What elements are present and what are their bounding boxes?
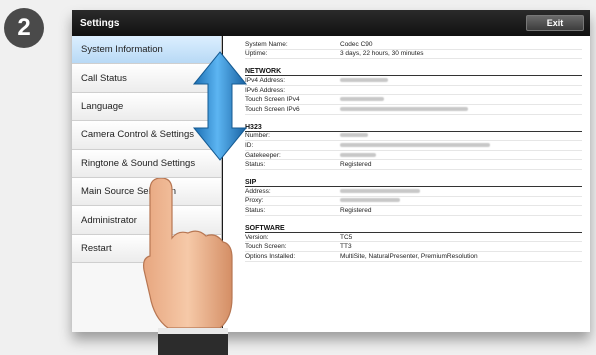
ipv4-label: IPv4 Address: [245,76,286,84]
ipv4-value-redacted [340,77,582,84]
info-row: Number: [245,132,582,142]
touch-screen-value: TT3 [340,243,352,251]
exit-button[interactable]: Exit [526,15,584,31]
pointing-hand-icon [143,178,233,355]
info-row: Status: Registered [245,206,582,216]
uptime-value: 3 days, 22 hours, 30 minutes [340,50,424,58]
step-number-badge: 2 [4,8,44,48]
sip-address-label: Address: [245,187,271,195]
network-heading: NETWORK [245,66,582,77]
version-label: Version: [245,233,269,241]
info-row: Gatekeeper: [245,151,582,161]
h323-number-label: Number: [245,132,270,140]
scroll-arrow-icon [192,51,248,161]
h323-status-value: Registered [340,161,372,169]
info-row: Address: [245,187,582,197]
system-name-value: Codec C90 [340,40,373,48]
page-title: Settings [80,17,120,29]
touch-ipv6-value-redacted [340,106,582,113]
touch-ipv6-label: Touch Screen IPv6 [245,105,300,113]
info-row: Touch Screen IPv6 [245,105,582,115]
sip-address-value-redacted [340,188,582,195]
touch-screen-label: Touch Screen: [245,243,287,251]
software-heading: SOFTWARE [245,223,582,233]
sip-status-label: Status: [245,206,266,214]
h323-id-label: ID: [245,141,254,149]
gatekeeper-value-redacted [340,152,582,159]
version-value: TC5 [340,233,353,241]
touch-ipv4-label: Touch Screen IPv4 [245,96,300,104]
info-row: Proxy: [245,197,582,207]
h323-status-label: Status: [245,161,266,169]
info-row: System Name: Codec C90 [245,40,582,50]
system-info-panel[interactable]: System Name: Codec C90 Uptime: 3 days, 2… [223,36,590,332]
uptime-label: Uptime: [245,50,268,58]
info-row: IPv4 Address: [245,76,582,86]
info-row: ID: [245,141,582,151]
sip-proxy-label: Proxy: [245,197,264,205]
info-row: Options Installed: MultiSite, NaturalPre… [245,252,582,262]
sip-heading: SIP [245,177,582,187]
touch-ipv4-value-redacted [340,96,582,103]
info-row: Uptime: 3 days, 22 hours, 30 minutes [245,50,582,60]
info-row: IPv6 Address: [245,86,582,96]
info-row: Version: TC5 [245,233,582,243]
options-label: Options Installed: [245,252,296,260]
h323-number-value-redacted [340,132,582,139]
info-row: Touch Screen: TT3 [245,242,582,252]
h323-id-value-redacted [340,142,582,149]
title-bar: Settings Exit [72,10,590,36]
gatekeeper-label: Gatekeeper: [245,151,281,159]
h323-heading: H323 [245,122,582,132]
info-row: Status: Registered [245,160,582,170]
sip-proxy-value-redacted [340,197,582,204]
system-name-label: System Name: [245,40,288,48]
ipv6-label: IPv6 Address: [245,86,286,94]
info-row: Touch Screen IPv4 [245,95,582,105]
options-value: MultiSite, NaturalPresenter, PremiumReso… [340,252,478,260]
sip-status-value: Registered [340,206,372,214]
